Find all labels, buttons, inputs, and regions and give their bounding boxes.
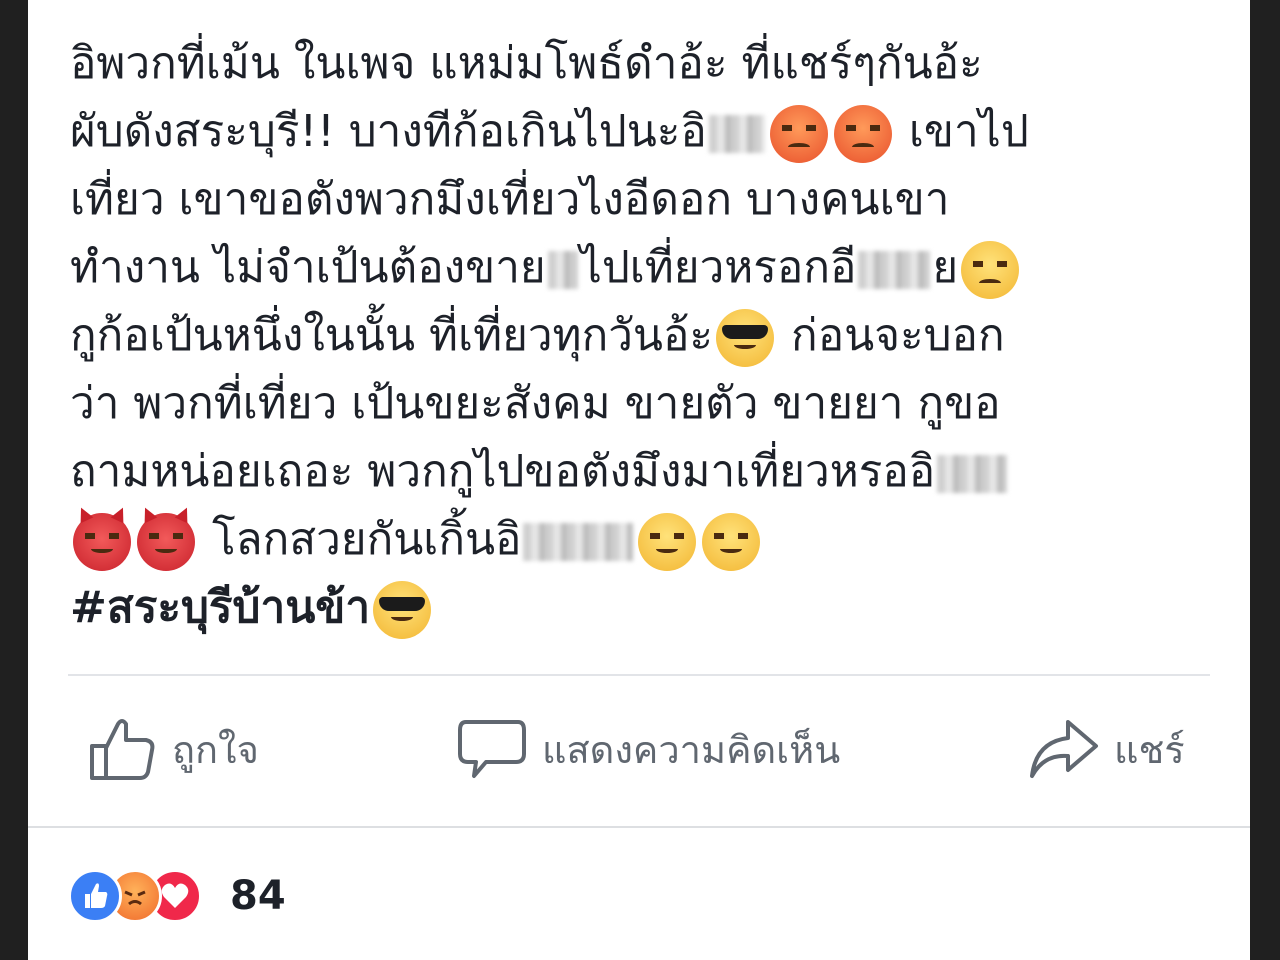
share-arrow-icon xyxy=(1030,720,1098,778)
smirking-face-emoji-icon xyxy=(702,513,761,571)
smiling-devil-emoji-icon xyxy=(73,504,131,571)
post-text-segment: เขาไป xyxy=(894,106,1029,157)
like-button[interactable]: ถูกใจ xyxy=(86,714,259,784)
censored-word xyxy=(937,455,1008,493)
unamused-face-emoji-icon xyxy=(961,241,1020,299)
post-text-segment: ถามหน่อยเถอะ พวกกูไปขอตังมึงมาเที่ยวหรออ… xyxy=(70,446,936,497)
post-card: อิพวกที่เม้น ในเพจ แหม่มโพธ์ดำอ้ะ ที่แชร… xyxy=(28,0,1250,960)
hashtag-link[interactable]: #สระบุรีบ้านข้า xyxy=(70,582,370,633)
post-text-segment: กูก้อเป้นหนึ่งในนั้น ที่เที่ยวทุกวันอ้ะ xyxy=(70,310,714,361)
like-label: ถูกใจ xyxy=(172,727,259,772)
post-text-segment: ว่า พวกที่เที่ยว เป้นขยะสังคม ขายตัว ขาย… xyxy=(70,378,1001,429)
like-reaction-icon xyxy=(68,869,122,923)
censored-word xyxy=(708,115,765,153)
post-line: เที่ยว เขาขอตังพวกมึงเที่ยวไงอีดอก บางคน… xyxy=(70,166,1220,234)
comment-label: แสดงความคิดเห็น xyxy=(542,727,841,772)
angry-face-emoji-icon xyxy=(833,105,892,163)
smirking-face-emoji-icon xyxy=(638,513,697,571)
speech-bubble-icon xyxy=(458,720,526,778)
post-line: โลกสวยกันเกิ้นอิ xyxy=(70,504,1220,574)
angry-face-emoji-icon xyxy=(769,105,828,163)
page: อิพวกที่เม้น ในเพจ แหม่มโพธ์ดำอ้ะ ที่แชร… xyxy=(0,0,1280,960)
censored-word xyxy=(547,251,578,289)
hashtag-line: #สระบุรีบ้านข้า xyxy=(70,574,1220,642)
post-text-segment: ก่อนจะบอก xyxy=(777,310,1005,361)
post-line: ว่า พวกที่เที่ยว เป้นขยะสังคม ขายตัว ขาย… xyxy=(70,370,1220,438)
share-button[interactable]: แชร์ xyxy=(1028,714,1185,784)
comment-button[interactable]: แสดงความคิดเห็น xyxy=(456,714,840,784)
post-line: ถามหน่อยเถอะ พวกกูไปขอตังมึงมาเที่ยวหรออ… xyxy=(70,438,1220,506)
post-line: อิพวกที่เม้น ในเพจ แหม่มโพธ์ดำอ้ะ ที่แชร… xyxy=(70,30,1220,98)
divider xyxy=(28,826,1250,828)
post-text-segment: อิพวกที่เม้น ในเพจ แหม่มโพธ์ดำอ้ะ ที่แชร… xyxy=(70,38,983,89)
post-text-segment: ทำงาน ไม่จำเป้นต้องขาย xyxy=(70,242,546,293)
post-text-segment: ย xyxy=(932,242,959,293)
reaction-count: 84 xyxy=(230,873,286,919)
reaction-summary[interactable]: 84 xyxy=(68,866,286,926)
divider xyxy=(68,674,1210,676)
smiling-devil-emoji-icon xyxy=(137,504,195,571)
sunglasses-face-emoji-icon xyxy=(373,581,432,639)
share-label: แชร์ xyxy=(1114,727,1185,772)
post-line: ทำงาน ไม่จำเป้นต้องขาย ไปเที่ยวหรอกอี ย xyxy=(70,234,1220,302)
post-text: อิพวกที่เม้น ในเพจ แหม่มโพธ์ดำอ้ะ ที่แชร… xyxy=(70,30,1220,642)
sunglasses-face-emoji-icon xyxy=(716,309,775,367)
post-text-segment: โลกสวยกันเกิ้นอิ xyxy=(198,514,522,565)
post-text-segment: เที่ยว เขาขอตังพวกมึงเที่ยวไงอีดอก บางคน… xyxy=(70,174,950,225)
post-line: กูก้อเป้นหนึ่งในนั้น ที่เที่ยวทุกวันอ้ะ … xyxy=(70,302,1220,370)
action-bar: ถูกใจ แสดงความคิดเห็น แชร์ xyxy=(68,700,1210,800)
censored-word xyxy=(523,523,634,561)
thumbs-up-icon xyxy=(90,719,155,780)
post-text-segment: ไปเที่ยวหรอกอี xyxy=(579,242,857,293)
post-text-segment: ผับดังสระบุรี!! บางทีก้อเกินไปนะอิ xyxy=(70,106,707,157)
post-line: ผับดังสระบุรี!! บางทีก้อเกินไปนะอิ เขาไป xyxy=(70,98,1220,166)
censored-word xyxy=(858,251,931,289)
